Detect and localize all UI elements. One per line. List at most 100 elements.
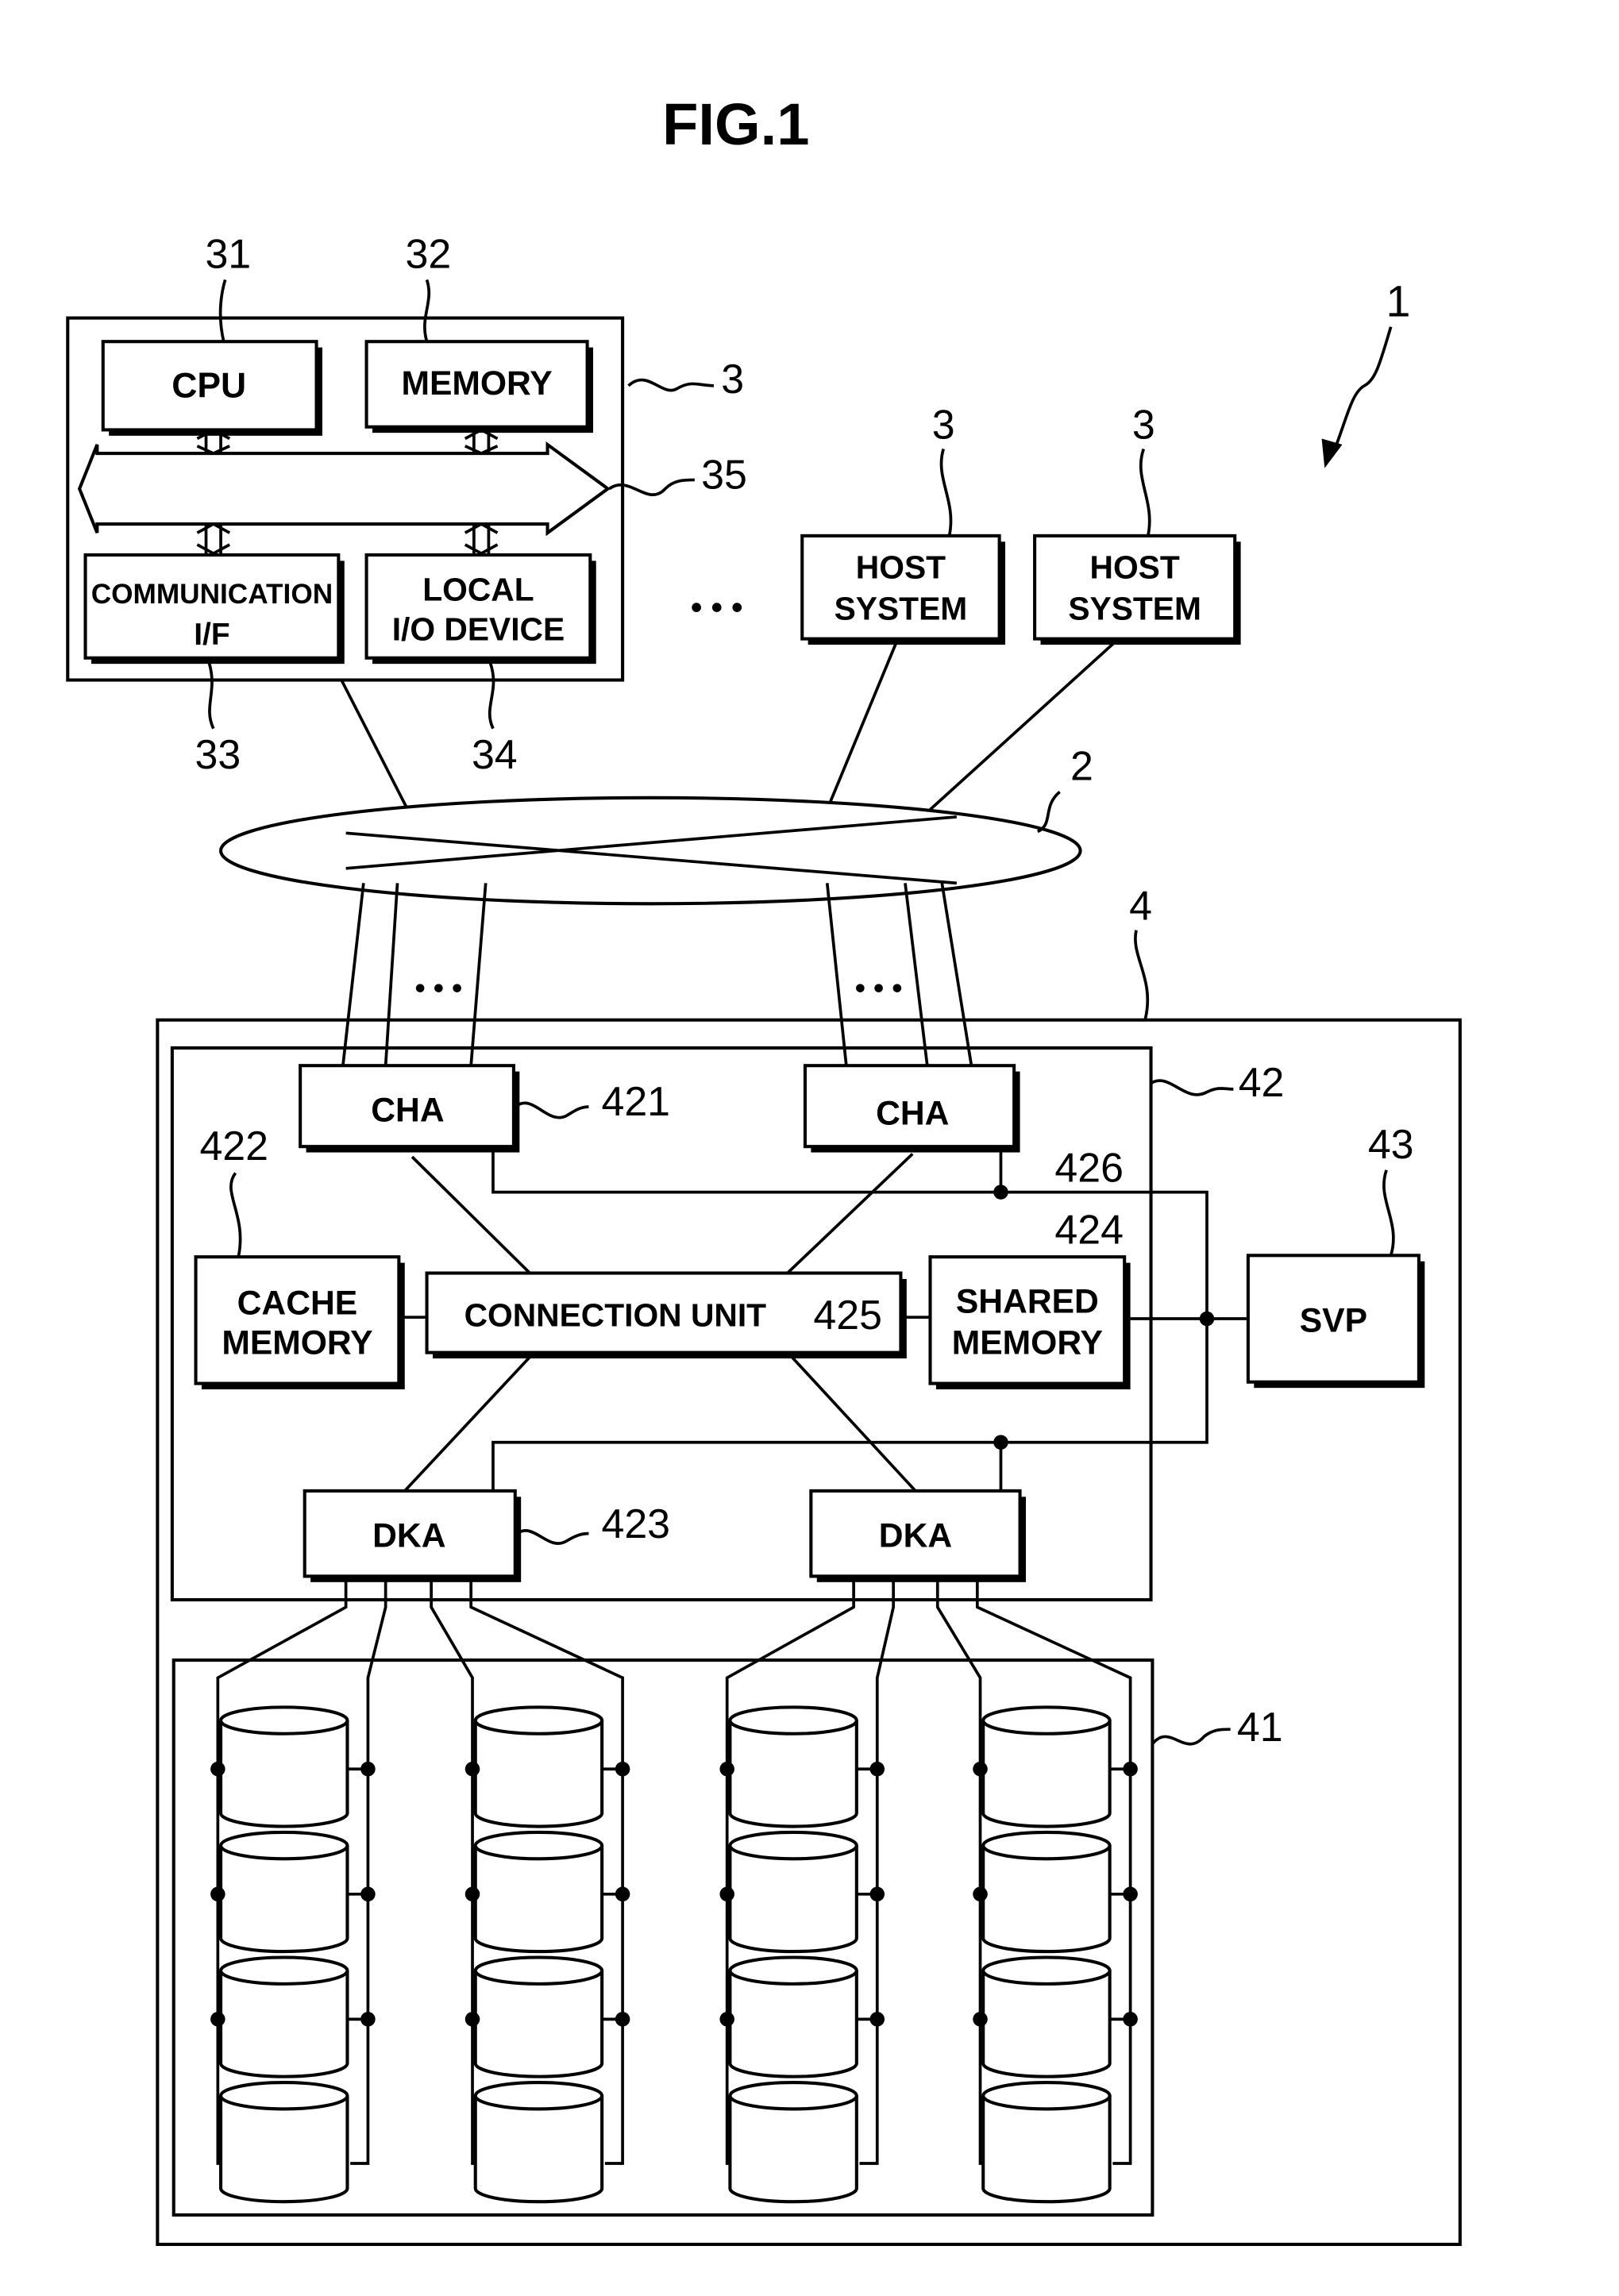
ref-shared-memory: 424 bbox=[1054, 1206, 1124, 1252]
bus-junction bbox=[719, 2012, 734, 2027]
disk-drive-icon bbox=[728, 2081, 858, 2204]
disk-drive-icon bbox=[219, 1955, 349, 2078]
communication-if-label-2: I/F bbox=[194, 618, 229, 652]
bus-junction bbox=[869, 1761, 885, 1777]
bus-junction bbox=[615, 1761, 630, 1777]
bus-junction bbox=[210, 1886, 226, 1902]
bus-junction bbox=[464, 1761, 480, 1777]
disk-drive-icon bbox=[981, 1830, 1112, 1954]
bus-junction bbox=[464, 1886, 480, 1902]
bus-junction bbox=[973, 1886, 988, 1902]
ref-controller: 42 bbox=[1239, 1059, 1285, 1105]
host-system-2: HOST SYSTEM 3 bbox=[1033, 402, 1241, 645]
ref-memory: 32 bbox=[406, 231, 452, 277]
dka-2-label: DKA bbox=[879, 1516, 952, 1554]
cha-2: CHA bbox=[803, 1064, 1020, 1153]
host-2-label-1: HOST bbox=[1090, 549, 1180, 586]
cha-1-label: CHA bbox=[371, 1092, 444, 1130]
shared-memory-label-1: SHARED bbox=[956, 1283, 1099, 1321]
cha-2-label: CHA bbox=[876, 1094, 949, 1132]
ref-connection-unit: 425 bbox=[813, 1292, 882, 1338]
local-io-label-1: LOCAL bbox=[422, 571, 534, 607]
cache-memory-label-1: CACHE bbox=[237, 1284, 358, 1322]
disk-drive-icon bbox=[219, 1705, 349, 1828]
ref-bus: 35 bbox=[701, 452, 747, 498]
cpu-label: CPU bbox=[172, 367, 246, 406]
ref-cache-memory: 422 bbox=[199, 1123, 268, 1169]
figure-title: FIG.1 bbox=[662, 91, 809, 157]
bus-junction bbox=[360, 1761, 376, 1777]
cha-links-ellipsis-2: • • • bbox=[855, 971, 903, 1004]
host-1-label-1: HOST bbox=[856, 549, 946, 586]
ref-cha: 421 bbox=[601, 1078, 670, 1124]
cache-memory: CACHE MEMORY 422 bbox=[194, 1123, 405, 1389]
system-leader-arrow bbox=[1330, 326, 1393, 457]
disk-drive-icon bbox=[473, 1955, 604, 2078]
svp-label: SVP bbox=[1300, 1302, 1367, 1340]
bus-junction bbox=[615, 2012, 630, 2027]
bus-junction bbox=[869, 2012, 885, 2027]
internal-bus bbox=[77, 441, 611, 537]
cha-links-ellipsis-1: • • • bbox=[415, 971, 463, 1004]
memory-label: MEMORY bbox=[401, 364, 552, 403]
bus-junction bbox=[615, 1886, 630, 1902]
ref-host-1: 3 bbox=[932, 402, 955, 448]
disk-drive-icon bbox=[219, 1830, 349, 1954]
bus-junction bbox=[1123, 1761, 1138, 1777]
more-hosts-ellipsis: • • • bbox=[691, 589, 742, 626]
disk-drive-icon bbox=[981, 2081, 1112, 2204]
cha-1: CHA 421 bbox=[299, 1064, 670, 1153]
bus-junction bbox=[360, 2012, 376, 2027]
host-1-label-2: SYSTEM bbox=[835, 591, 968, 627]
fig1-diagram: FIG.1 1 3 CPU 31 MEMORY 32 35 COMMUNICAT… bbox=[66, 91, 1462, 2246]
disk-drive-icon bbox=[473, 1830, 604, 1954]
svp: SVP 43 bbox=[1246, 1121, 1425, 1389]
ref-dka: 423 bbox=[601, 1500, 670, 1547]
disk-drive-icon bbox=[981, 1955, 1112, 2078]
disk-drive-icon bbox=[473, 1705, 604, 1828]
disk-drive-icon bbox=[728, 1955, 858, 2078]
bus-junction bbox=[973, 1761, 988, 1777]
disk-drive-icon bbox=[728, 1705, 858, 1828]
ref-host-detail: 3 bbox=[721, 356, 744, 402]
dka-1: DKA 423 bbox=[303, 1489, 670, 1582]
bus-junction bbox=[1123, 2012, 1138, 2027]
ref-disk-array: 41 bbox=[1237, 1704, 1283, 1750]
disk-drive-icon bbox=[981, 1705, 1112, 1828]
host-system-detail: 3 CPU 31 MEMORY 32 35 COMMUNICATION I/F … bbox=[66, 231, 747, 777]
ref-system: 1 bbox=[1386, 277, 1410, 326]
ref-internal-lan: 426 bbox=[1054, 1145, 1124, 1191]
bus-junction bbox=[210, 2012, 226, 2027]
ref-local-io: 34 bbox=[472, 731, 518, 777]
disk-group bbox=[210, 1576, 1138, 2204]
connection-unit-label: CONNECTION UNIT bbox=[464, 1296, 767, 1333]
local-io-label-2: I/O DEVICE bbox=[392, 611, 565, 647]
communication-if-label-1: COMMUNICATION bbox=[91, 579, 333, 610]
bus-junction bbox=[360, 1886, 376, 1902]
bus-junction bbox=[869, 1886, 885, 1902]
bus-junction bbox=[464, 2012, 480, 2027]
ref-communication-if: 33 bbox=[195, 731, 241, 777]
ref-cpu: 31 bbox=[205, 231, 251, 277]
connection-unit: CONNECTION UNIT 425 bbox=[425, 1271, 907, 1359]
bus-junction bbox=[719, 1761, 734, 1777]
shared-memory-label-2: MEMORY bbox=[952, 1324, 1103, 1362]
arrowhead-icon bbox=[1321, 438, 1343, 468]
disk-drive-icon bbox=[473, 2081, 604, 2204]
ref-network: 2 bbox=[1070, 743, 1093, 789]
bus-junction bbox=[1123, 1886, 1138, 1902]
disk-drive-icon bbox=[728, 1830, 858, 1954]
ref-svp: 43 bbox=[1368, 1121, 1414, 1167]
shared-memory: SHARED MEMORY 424 bbox=[928, 1206, 1131, 1389]
ref-storage-system: 4 bbox=[1129, 883, 1152, 929]
dka-1-label: DKA bbox=[372, 1516, 445, 1554]
bus-junction bbox=[719, 1886, 734, 1902]
dka-2: DKA bbox=[809, 1489, 1026, 1582]
ref-host-2: 3 bbox=[1132, 402, 1155, 448]
disk-drive-icon bbox=[219, 2081, 349, 2204]
host-system-1: HOST SYSTEM 3 bbox=[800, 402, 1006, 645]
link-host1-network bbox=[826, 638, 900, 811]
link-host-detail-network bbox=[340, 679, 411, 814]
bus-junction bbox=[210, 1761, 226, 1777]
network: 2 bbox=[219, 743, 1093, 906]
